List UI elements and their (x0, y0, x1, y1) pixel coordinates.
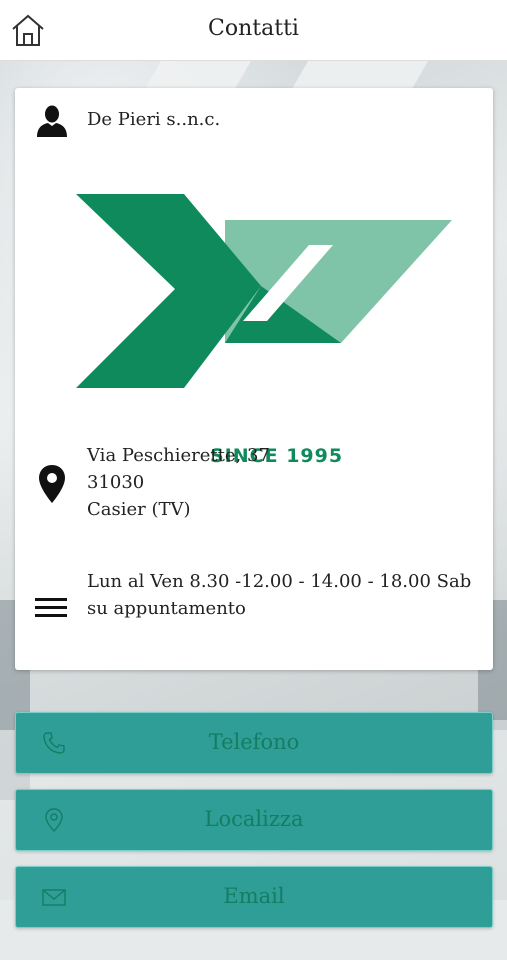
phone-button[interactable]: Telefono (15, 712, 493, 774)
phone-button-label: Telefono (208, 730, 300, 754)
address-line-1: Via Peschierette, 37 (87, 445, 270, 466)
person-icon (37, 105, 67, 137)
hours-text: Lun al Ven 8.30 -12.00 - 14.00 - 18.00 S… (87, 571, 472, 619)
contact-card: De Pieri s..n.c. SINCE 1995 Via Peschier… (15, 88, 493, 670)
page-title: Contatti (208, 16, 299, 41)
locate-button-label: Localizza (204, 807, 304, 831)
address-line-3: Casier (TV) (87, 499, 191, 520)
address-line-2: 31030 (87, 472, 145, 493)
email-button[interactable]: Email (15, 866, 493, 928)
locate-button[interactable]: Localizza (15, 789, 493, 851)
hours-row: Lun al Ven 8.30 -12.00 - 14.00 - 18.00 S… (15, 566, 493, 626)
company-row: De Pieri s..n.c. (15, 104, 493, 144)
address-text: Via Peschierette, 37 31030 Casier (TV) (87, 442, 270, 523)
email-button-label: Email (223, 884, 285, 908)
top-bar: Contatti (0, 0, 507, 61)
company-name: De Pieri s..n.c. (87, 109, 221, 130)
address-row: Via Peschierette, 37 31030 Casier (TV) (15, 440, 493, 530)
map-pin-icon (39, 465, 65, 503)
menu-lines-icon (35, 598, 67, 617)
